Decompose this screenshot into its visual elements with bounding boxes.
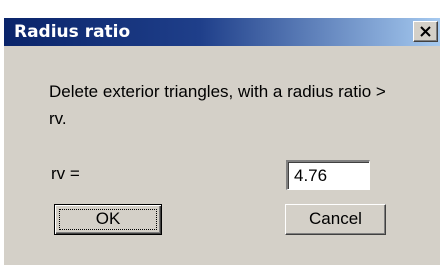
radius-ratio-dialog: Radius ratio Delete exterior triangles, …: [0, 0, 443, 275]
dialog-title: Radius ratio: [14, 22, 131, 42]
rv-input[interactable]: [286, 160, 370, 190]
ok-button[interactable]: OK: [54, 204, 162, 235]
rv-label: rv =: [51, 164, 80, 183]
close-icon: [420, 26, 431, 37]
dialog-message: Delete exterior triangles, with a radius…: [49, 82, 386, 128]
ok-button-label: OK: [95, 209, 121, 228]
title-bar[interactable]: Radius ratio: [4, 18, 440, 46]
cancel-button[interactable]: Cancel: [285, 204, 386, 235]
cancel-button-label: Cancel: [309, 209, 362, 228]
close-button[interactable]: [413, 21, 438, 42]
